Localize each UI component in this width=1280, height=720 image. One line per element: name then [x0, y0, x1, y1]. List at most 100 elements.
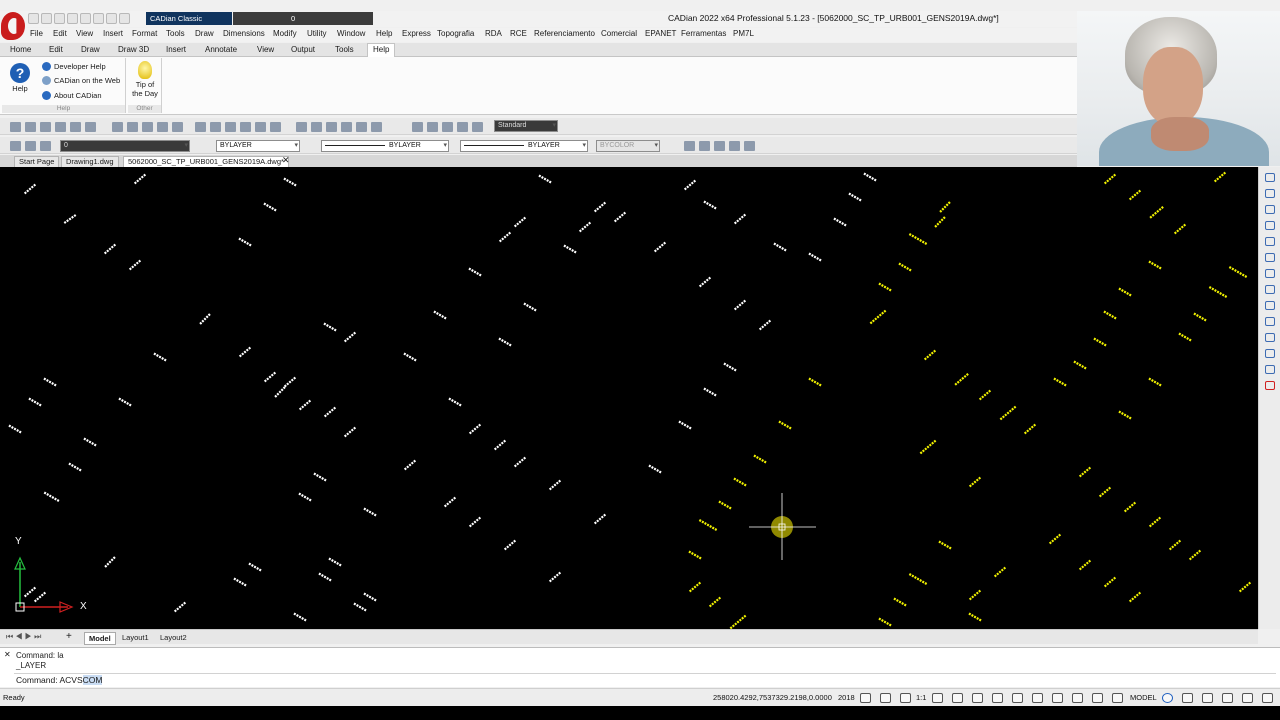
- isolate-icon[interactable]: [1202, 693, 1213, 703]
- layer-previous-icon[interactable]: [25, 141, 36, 151]
- layer-manager-icon[interactable]: [10, 141, 21, 151]
- osnap-icon[interactable]: [1012, 693, 1023, 703]
- command-input[interactable]: Command: ACVSCOM: [14, 673, 1276, 686]
- copy-icon[interactable]: [127, 122, 138, 132]
- drawing-text-mark[interactable]: [563, 244, 577, 254]
- eraser-icon[interactable]: [1265, 381, 1275, 390]
- drawing-text-mark[interactable]: [1098, 486, 1112, 498]
- drawing-text-mark[interactable]: [103, 243, 117, 255]
- model-space-toggle[interactable]: MODEL: [1130, 693, 1157, 702]
- drawing-text-mark[interactable]: [548, 571, 562, 583]
- open-icon[interactable]: [25, 122, 36, 132]
- drawing-text-mark[interactable]: [1228, 266, 1248, 278]
- drawing-text-mark[interactable]: [708, 596, 722, 608]
- drawing-text-mark[interactable]: [808, 377, 822, 387]
- zoom-window-icon[interactable]: [255, 122, 266, 132]
- save-as-icon[interactable]: [67, 13, 78, 24]
- menu-view[interactable]: View: [76, 29, 93, 38]
- drawing-text-mark[interactable]: [238, 237, 252, 247]
- drawing-text-mark[interactable]: [703, 387, 717, 397]
- tab-start-page[interactable]: Start Page: [14, 156, 60, 167]
- help-button[interactable]: ? Help: [5, 63, 35, 93]
- drawing-text-mark[interactable]: [298, 492, 312, 502]
- drawing-text-mark[interactable]: [23, 586, 37, 598]
- drawing-text-mark[interactable]: [1103, 173, 1117, 185]
- drawing-text-mark[interactable]: [118, 397, 132, 407]
- plot-style-select[interactable]: BYCOLOR: [596, 140, 660, 152]
- hardware-accel-icon[interactable]: [1242, 693, 1253, 703]
- drawing-text-mark[interactable]: [498, 337, 512, 347]
- close-command-icon[interactable]: ✕: [4, 650, 11, 659]
- tool-palette-icon[interactable]: [326, 122, 337, 132]
- drawing-text-mark[interactable]: [999, 405, 1017, 421]
- about-button[interactable]: About CADian: [42, 91, 102, 100]
- drawing-text-mark[interactable]: [33, 591, 47, 603]
- drawing-text-mark[interactable]: [1149, 205, 1165, 219]
- menu-insert[interactable]: Insert: [103, 29, 123, 38]
- text-style-select[interactable]: Standard: [494, 120, 558, 132]
- drawing-text-mark[interactable]: [1168, 539, 1182, 551]
- drawing-text-mark[interactable]: [1128, 591, 1142, 603]
- drawing-text-mark[interactable]: [513, 456, 527, 468]
- tool-b-icon[interactable]: [699, 141, 710, 151]
- drawing-text-mark[interactable]: [68, 462, 82, 472]
- print-icon[interactable]: [80, 13, 91, 24]
- tool-c-icon[interactable]: [714, 141, 725, 151]
- drawing-text-mark[interactable]: [968, 589, 982, 601]
- drawing-text-mark[interactable]: [448, 397, 462, 407]
- drawing-text-mark[interactable]: [1173, 223, 1187, 235]
- drawing-text-mark[interactable]: [723, 362, 737, 372]
- tool-strip-icon[interactable]: [1265, 301, 1275, 310]
- drawing-text-mark[interactable]: [773, 242, 787, 252]
- drawing-text-mark[interactable]: [523, 302, 537, 312]
- drawing-text-mark[interactable]: [28, 397, 42, 407]
- menu-express[interactable]: Express: [402, 29, 431, 38]
- drawing-text-mark[interactable]: [128, 259, 142, 271]
- drawing-text-mark[interactable]: [578, 221, 592, 233]
- drawing-text-mark[interactable]: [1118, 287, 1132, 297]
- properties-icon[interactable]: [296, 122, 307, 132]
- drawing-text-mark[interactable]: [153, 352, 167, 362]
- paste-icon[interactable]: [142, 122, 153, 132]
- tool-strip-icon[interactable]: [1265, 365, 1275, 374]
- drawing-text-mark[interactable]: [283, 376, 297, 388]
- drawing-text-mark[interactable]: [23, 183, 37, 195]
- text-icon[interactable]: [412, 122, 423, 132]
- menu-modify[interactable]: Modify: [273, 29, 297, 38]
- otrack-icon[interactable]: [1032, 693, 1043, 703]
- annotation-scale-icon[interactable]: [900, 693, 911, 703]
- drawing-text-mark[interactable]: [729, 614, 747, 629]
- drawing-text-mark[interactable]: [1023, 423, 1037, 435]
- drawing-text-mark[interactable]: [808, 252, 822, 262]
- drawing-text-mark[interactable]: [293, 612, 307, 622]
- design-center-icon[interactable]: [311, 122, 322, 132]
- drawing-text-mark[interactable]: [993, 566, 1007, 578]
- tab-annotate[interactable]: Annotate: [205, 45, 237, 54]
- drawing-text-mark[interactable]: [443, 496, 457, 508]
- tool-strip-icon[interactable]: [1265, 333, 1275, 342]
- grid-icon[interactable]: [952, 693, 963, 703]
- drawing-text-mark[interactable]: [1128, 189, 1142, 201]
- drawing-text-mark[interactable]: [173, 601, 187, 613]
- new-icon[interactable]: [10, 122, 21, 132]
- drawing-text-mark[interactable]: [498, 231, 512, 243]
- menu-referenciamento[interactable]: Referenciamento: [534, 29, 595, 38]
- tool-strip-icon[interactable]: [1265, 317, 1275, 326]
- add-layout-icon[interactable]: +: [66, 631, 72, 642]
- drawing-text-mark[interactable]: [923, 349, 937, 361]
- drawing-text-mark[interactable]: [703, 200, 717, 210]
- drawing-text-mark[interactable]: [893, 597, 907, 607]
- lineweight-select[interactable]: BYLAYER: [460, 140, 588, 152]
- menu-ferramentas[interactable]: Ferramentas: [681, 29, 726, 38]
- drawing-text-mark[interactable]: [43, 491, 61, 503]
- text-scale-icon[interactable]: [457, 122, 468, 132]
- drawing-text-mark[interactable]: [878, 617, 892, 627]
- drawing-text-mark[interactable]: [978, 389, 992, 401]
- drawing-text-mark[interactable]: [313, 472, 327, 482]
- drawing-text-mark[interactable]: [869, 309, 887, 325]
- drawing-text-mark[interactable]: [1073, 360, 1087, 370]
- developer-help-button[interactable]: Developer Help: [42, 62, 106, 71]
- text-style-icon[interactable]: [472, 122, 483, 132]
- tab-insert[interactable]: Insert: [166, 45, 186, 54]
- drawing-text-mark[interactable]: [274, 386, 286, 398]
